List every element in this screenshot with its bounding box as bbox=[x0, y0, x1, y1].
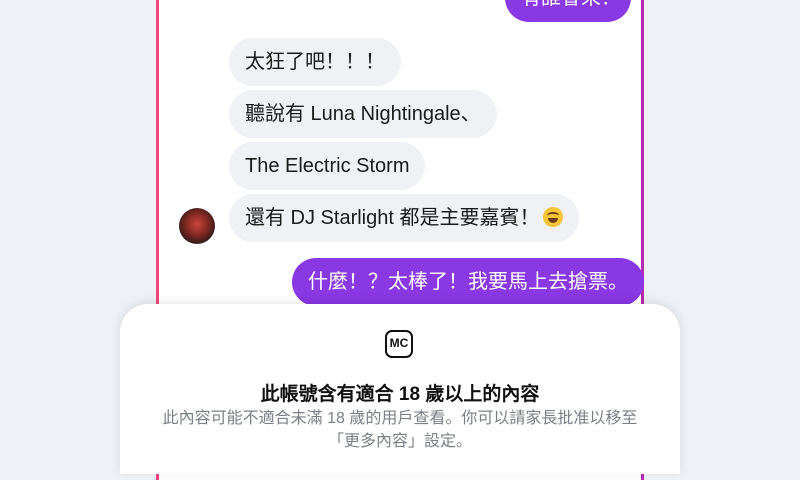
outgoing-message[interactable]: 什麼！？太棒了！我要馬上去搶票。 bbox=[292, 258, 644, 306]
incoming-message-text: 還有 DJ Starlight 都是主要嘉賓！ bbox=[245, 207, 540, 229]
avatar[interactable] bbox=[179, 208, 215, 244]
incoming-message[interactable]: 聽說有 Luna Nightingale、 bbox=[229, 90, 497, 138]
star-struck-emoji-icon bbox=[543, 207, 564, 227]
notice-title: 此帳號含有適合 18 歲以上的內容 bbox=[260, 384, 540, 405]
incoming-message[interactable]: The Electric Storm bbox=[229, 142, 426, 190]
incoming-message[interactable]: 太狂了吧！！！ bbox=[229, 38, 401, 86]
outgoing-message-partial[interactable]: 有誰會來？ bbox=[505, 0, 631, 22]
incoming-message[interactable]: 還有 DJ Starlight 都是主要嘉賓！ bbox=[229, 194, 580, 242]
notice-description: 此內容可能不適合未滿 18 歲的用戶查看。你可以請家長批准以移至「更多內容」設定… bbox=[162, 410, 638, 450]
mature-content-badge-icon: MC bbox=[385, 330, 413, 358]
mature-content-notice: MC 此帳號含有適合 18 歲以上的內容 此內容可能不適合未滿 18 歲的用戶查… bbox=[120, 304, 680, 474]
